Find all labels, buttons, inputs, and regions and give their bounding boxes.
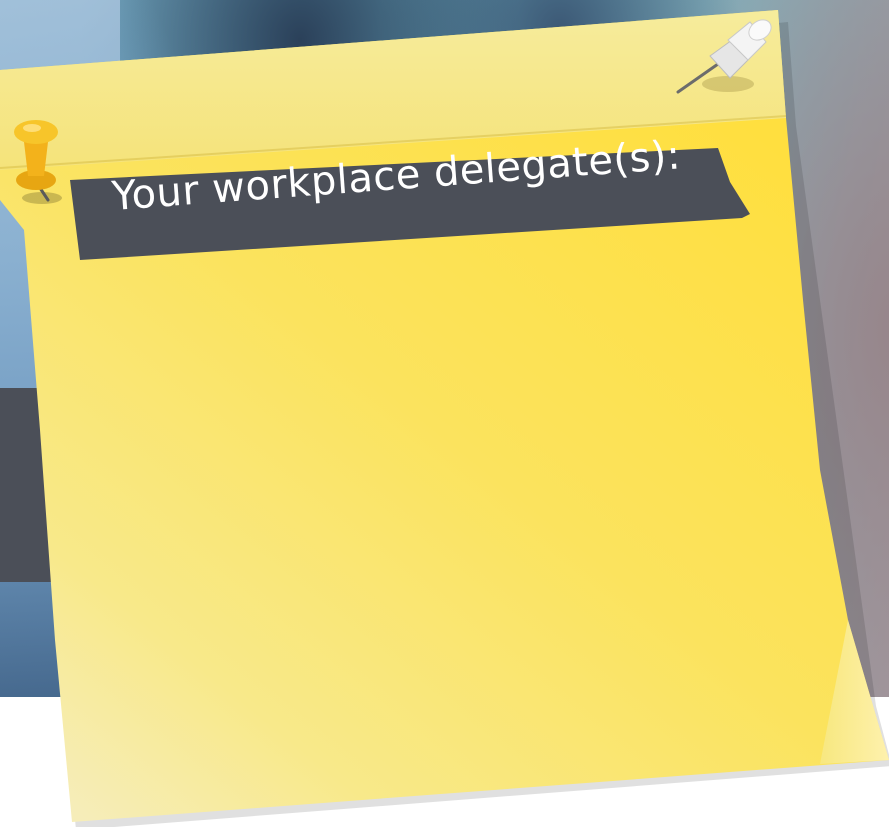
thumbtack-icon: [14, 120, 62, 204]
slide: Your workplace delegate(s):: [0, 0, 889, 827]
push-pin-icon: [676, 19, 772, 94]
sticky-note: [0, 10, 889, 827]
